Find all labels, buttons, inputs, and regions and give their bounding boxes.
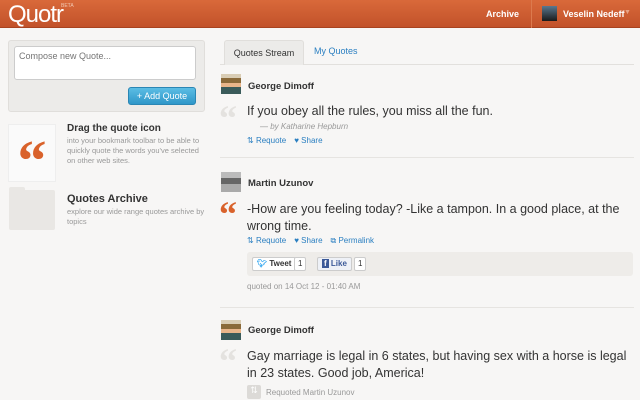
- drag-description: into your bookmark toolbar to be able to…: [67, 136, 200, 165]
- requoted-by[interactable]: Requoted Martin Uzunov: [266, 388, 355, 397]
- requote-icon: ⇅: [247, 385, 261, 399]
- divider: [220, 307, 634, 308]
- requote-button[interactable]: ⇅ Requote: [247, 136, 286, 145]
- quote-icon: “: [219, 194, 237, 234]
- like-label: Like: [330, 259, 347, 268]
- archive-title[interactable]: Quotes Archive: [67, 193, 148, 205]
- post-user[interactable]: George Dimoff: [248, 81, 314, 92]
- facebook-icon: f: [322, 259, 329, 268]
- post-user[interactable]: Martin Uzunov: [248, 178, 313, 189]
- avatar[interactable]: [221, 74, 241, 94]
- beta-badge: BETA: [61, 3, 74, 9]
- quote-icon: “: [219, 98, 237, 138]
- tab-my-quotes[interactable]: My Quotes: [314, 46, 358, 56]
- post-actions: ⇅ Requote ♥ Share ⧉ Permalink: [247, 236, 382, 246]
- requote-button[interactable]: ⇅ Requote: [247, 236, 286, 245]
- nav-archive[interactable]: Archive: [486, 9, 519, 19]
- avatar[interactable]: [221, 320, 241, 340]
- quote-text: If you obey all the rules, you miss all …: [247, 104, 493, 118]
- chevron-down-icon[interactable]: ▼: [624, 9, 631, 16]
- drag-title: Drag the quote icon: [67, 123, 161, 134]
- archive-description: explore our wide range quotes archive by…: [67, 207, 205, 226]
- compose-input[interactable]: [14, 46, 196, 80]
- quote-author: — by Katharine Hepburn: [260, 122, 349, 131]
- add-quote-button[interactable]: + Add Quote: [128, 87, 196, 105]
- logo[interactable]: Quotr: [8, 1, 64, 29]
- like-count: 1: [354, 257, 367, 271]
- post-date: quoted on 14 Oct 12 - 01:40 AM: [247, 282, 361, 291]
- permalink-button[interactable]: ⧉ Permalink: [331, 236, 375, 245]
- like-button[interactable]: f Like: [317, 257, 352, 271]
- tweet-count: 1: [294, 257, 307, 271]
- quote-text: Gay marriage is legal in 6 states, but h…: [247, 349, 627, 380]
- divider: [220, 157, 634, 158]
- avatar[interactable]: [221, 172, 241, 192]
- tweet-label: Tweet: [269, 259, 292, 268]
- user-avatar[interactable]: [542, 6, 557, 21]
- quote-text: -How are you feeling today? -Like a tamp…: [247, 202, 620, 233]
- tweet-button[interactable]: 🐦︎ Tweet: [252, 257, 297, 271]
- post-actions: ⇅ Requote ♥ Share: [247, 136, 331, 145]
- quote-icon: “: [219, 341, 237, 381]
- tab-quotes-stream[interactable]: Quotes Stream: [224, 40, 304, 65]
- share-button[interactable]: ♥ Share: [294, 136, 322, 145]
- twitter-icon: 🐦︎: [257, 259, 268, 268]
- post-user[interactable]: George Dimoff: [248, 325, 314, 336]
- share-button[interactable]: ♥ Share: [294, 236, 322, 245]
- divider: [531, 0, 532, 28]
- folder-icon[interactable]: [9, 187, 55, 230]
- quote-bookmarklet-icon[interactable]: “: [8, 124, 56, 193]
- user-menu[interactable]: Veselin Nedeff: [563, 9, 625, 19]
